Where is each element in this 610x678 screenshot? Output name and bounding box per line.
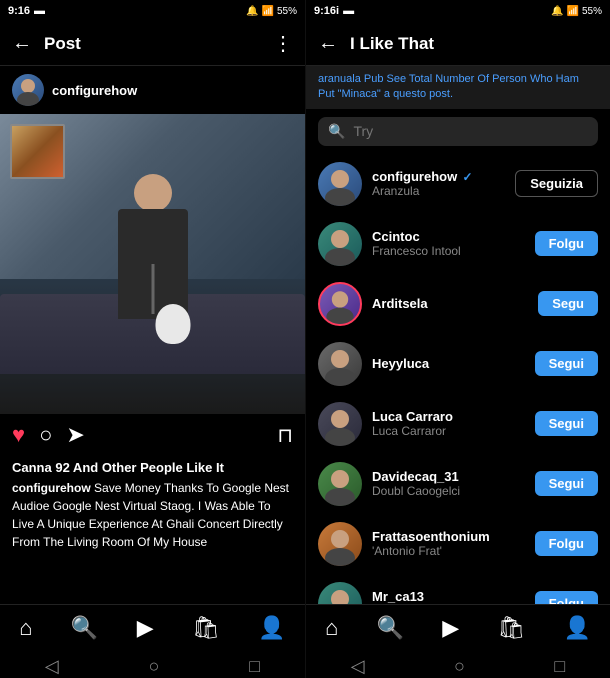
home-nav-icon[interactable]: ⌂ xyxy=(19,615,32,641)
like-avatar[interactable] xyxy=(318,582,362,604)
shop-nav-icon[interactable]: 🛍 xyxy=(192,615,220,641)
person-figure xyxy=(103,174,203,374)
left-time: 9:16 ▬ xyxy=(8,5,45,17)
follow-button[interactable]: Segu xyxy=(538,291,598,316)
search-icon: 🔍 xyxy=(328,123,345,140)
like-username[interactable]: Mr_ca13 xyxy=(372,589,525,604)
like-username[interactable]: Ccintoc xyxy=(372,229,525,244)
like-username[interactable]: Heyyluca xyxy=(372,356,525,371)
home-system-btn[interactable]: ○ xyxy=(149,656,160,677)
like-info: Davidecaq_31Doubl Caoogelci xyxy=(372,469,525,498)
caption-text: configurehow Save Money Thanks To Google… xyxy=(12,479,293,551)
like-avatar[interactable] xyxy=(318,282,362,326)
post-image xyxy=(0,114,305,414)
like-info: Heyyluca xyxy=(372,356,525,371)
search-bar[interactable]: 🔍 xyxy=(318,117,598,146)
follow-button[interactable]: Segui xyxy=(535,351,598,376)
like-item: Luca CarraroLuca Carraror Segui xyxy=(306,394,610,454)
like-avatar[interactable] xyxy=(318,462,362,506)
like-realname: Aranzula xyxy=(372,184,505,198)
like-realname: Francesco Intool xyxy=(372,244,525,258)
back-system-btn[interactable]: ◁ xyxy=(45,656,59,677)
right-home-icon[interactable]: ⌂ xyxy=(325,615,338,641)
like-avatar[interactable] xyxy=(318,402,362,446)
like-info: Mr_ca13Calogero Apostlius xyxy=(372,589,525,604)
nest-device xyxy=(155,304,190,344)
right-system-nav: ◁ ○ □ xyxy=(306,654,610,678)
like-info: Frattasoenthonium'Antonio Frat' xyxy=(372,529,525,558)
like-info: configurehow ✓Aranzula xyxy=(372,169,505,198)
like-item: Arditsela Segu xyxy=(306,274,610,334)
like-info: Luca CarraroLuca Carraror xyxy=(372,409,525,438)
like-username[interactable]: Luca Carraro xyxy=(372,409,525,424)
right-title: I Like That xyxy=(350,34,598,54)
left-panel: 9:16 ▬ 🔔 📶 55% ← Post ⋮ configurehow xyxy=(0,0,305,678)
follow-button[interactable]: Segui xyxy=(535,411,598,436)
left-status-bar: 9:16 ▬ 🔔 📶 55% xyxy=(0,0,305,22)
like-realname: Luca Carraror xyxy=(372,424,525,438)
share-button[interactable]: ➤ xyxy=(66,422,84,448)
like-item: configurehow ✓Aranzula Seguizia xyxy=(306,154,610,214)
reels-nav-icon[interactable]: ▶ xyxy=(137,615,154,641)
like-realname: Doubl Caoogelci xyxy=(372,484,525,498)
like-item: Heyyluca Segui xyxy=(306,334,610,394)
post-username[interactable]: configurehow xyxy=(52,83,137,98)
verified-badge: ✓ xyxy=(459,170,472,184)
profile-nav-icon[interactable]: 👤 xyxy=(258,615,285,641)
right-search-icon[interactable]: 🔍 xyxy=(377,615,404,641)
like-avatar[interactable] xyxy=(318,162,362,206)
likes-list: configurehow ✓AranzulaSeguiziaCcintocFra… xyxy=(306,154,610,604)
recents-system-btn[interactable]: □ xyxy=(249,656,260,677)
right-profile-icon[interactable]: 👤 xyxy=(563,615,590,641)
follow-button[interactable]: Folgu xyxy=(535,591,598,604)
right-status-bar: 9:16i ▬ 🔔 📶 55% xyxy=(306,0,610,22)
like-item: Frattasoenthonium'Antonio Frat' Folgu xyxy=(306,514,610,574)
bookmark-button[interactable]: ⊓ xyxy=(277,423,293,448)
like-info: Arditsela xyxy=(372,296,528,311)
follow-button[interactable]: Folgu xyxy=(535,231,598,256)
post-actions: ♥ ○ ➤ ⊓ xyxy=(0,414,305,456)
right-recents-btn[interactable]: □ xyxy=(554,656,565,677)
right-back-btn[interactable]: ◁ xyxy=(351,656,365,677)
right-reels-icon[interactable]: ▶ xyxy=(442,615,459,641)
right-top-bar: ← I Like That xyxy=(306,22,610,66)
like-username[interactable]: configurehow ✓ xyxy=(372,169,505,184)
right-shop-icon[interactable]: 🛍 xyxy=(497,615,525,641)
like-avatar[interactable] xyxy=(318,342,362,386)
post-user-avatar[interactable] xyxy=(12,74,44,106)
left-title: Post xyxy=(44,34,273,54)
search-input[interactable] xyxy=(353,123,588,139)
info-banner: aranuala Pub See Total Number Of Person … xyxy=(306,66,610,109)
like-item: Davidecaq_31Doubl Caoogelci Segui xyxy=(306,454,610,514)
post-caption: Canna 92 And Other People Like It config… xyxy=(0,456,305,604)
search-nav-icon[interactable]: 🔍 xyxy=(71,615,98,641)
more-button[interactable]: ⋮ xyxy=(273,31,293,56)
like-info: CcintocFrancesco Intool xyxy=(372,229,525,258)
like-avatar[interactable] xyxy=(318,522,362,566)
left-top-bar: ← Post ⋮ xyxy=(0,22,305,66)
follow-button[interactable]: Segui xyxy=(535,471,598,496)
left-bottom-nav: ⌂ 🔍 ▶ 🛍 👤 xyxy=(0,604,305,654)
like-item: Mr_ca13Calogero Apostlius Folgu xyxy=(306,574,610,604)
comment-button[interactable]: ○ xyxy=(39,422,52,448)
like-button[interactable]: ♥ xyxy=(12,422,25,448)
post-user-header: configurehow xyxy=(0,66,305,114)
like-username[interactable]: Arditsela xyxy=(372,296,528,311)
right-bottom-nav: ⌂ 🔍 ▶ 🛍 👤 xyxy=(306,604,610,654)
like-username[interactable]: Davidecaq_31 xyxy=(372,469,525,484)
left-status-icons: 🔔 📶 55% xyxy=(246,6,297,17)
like-realname: 'Antonio Frat' xyxy=(372,544,525,558)
left-system-nav: ◁ ○ □ xyxy=(0,654,305,678)
left-back-button[interactable]: ← xyxy=(12,32,32,55)
like-item: CcintocFrancesco Intool Folgu xyxy=(306,214,610,274)
right-home-btn[interactable]: ○ xyxy=(454,656,465,677)
like-avatar[interactable] xyxy=(318,222,362,266)
right-back-button[interactable]: ← xyxy=(318,32,338,55)
like-username[interactable]: Frattasoenthonium xyxy=(372,529,525,544)
follow-button[interactable]: Seguizia xyxy=(515,170,598,197)
right-panel: 9:16i ▬ 🔔 📶 55% ← I Like That aranuala P… xyxy=(305,0,610,678)
likes-count: Canna 92 And Other People Like It xyxy=(12,460,293,475)
follow-button[interactable]: Folgu xyxy=(535,531,598,556)
